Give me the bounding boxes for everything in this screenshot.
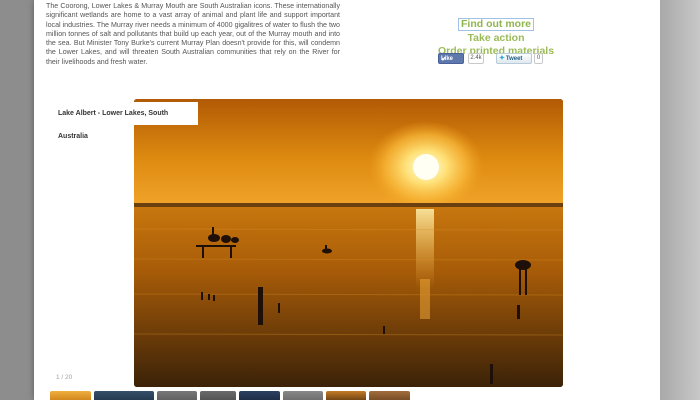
thumbnail[interactable]: [50, 391, 91, 400]
tweet-label: Tweet: [505, 56, 523, 62]
slide-counter: 1 / 20: [56, 374, 73, 381]
thumbnail[interactable]: [283, 391, 323, 400]
intro-paragraph: The Coorong, Lower Lakes & Murray Mouth …: [46, 2, 340, 66]
page-content: The Coorong, Lower Lakes & Murray Mouth …: [34, 0, 660, 400]
thumbnail[interactable]: [369, 391, 410, 400]
thumbnail[interactable]: [239, 391, 280, 400]
facebook-thumb-icon: ✔: [441, 56, 447, 63]
slide-caption: Lake Albert - Lower Lakes, South Austral…: [48, 102, 198, 140]
action-links: Find out more Take action Order printed …: [432, 14, 560, 57]
page-background-right: [660, 0, 700, 400]
tweet-button[interactable]: ✦Tweet: [496, 53, 532, 64]
like-count: 2.4k: [468, 53, 484, 64]
tweet-count: 0: [534, 53, 543, 64]
slideshow-image[interactable]: [134, 99, 563, 387]
thumbnail[interactable]: [326, 391, 366, 400]
facebook-like-button[interactable]: ✔ Like: [438, 53, 464, 64]
thumbnail[interactable]: [157, 391, 197, 400]
thumbnail[interactable]: [200, 391, 236, 400]
sunset-lake-photo: [134, 99, 563, 387]
take-action-link[interactable]: Take action: [432, 32, 560, 45]
find-out-more-link[interactable]: Find out more: [458, 18, 534, 31]
thumbnail[interactable]: [94, 391, 154, 400]
twitter-bird-icon: ✦: [499, 55, 505, 62]
